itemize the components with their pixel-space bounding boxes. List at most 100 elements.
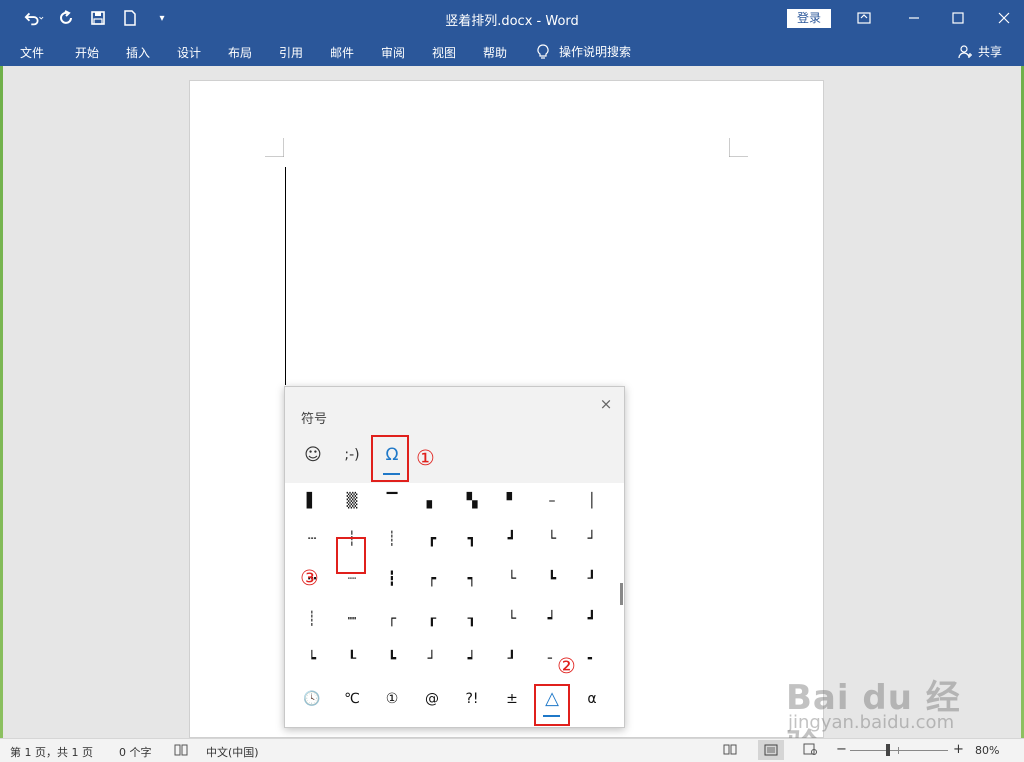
tab-view[interactable]: 视图 [432, 44, 456, 61]
symbol-cell[interactable]: └ [533, 521, 571, 557]
highlight-box-vertical-dash [336, 537, 366, 574]
person-add-icon [958, 44, 972, 58]
symbol-cell[interactable]: ┍ [413, 561, 451, 597]
customize-toolbar-button[interactable]: ▾ [152, 8, 172, 28]
symbol-cell[interactable]: ┑ [453, 561, 491, 597]
alpha-symbol[interactable]: α [573, 683, 611, 715]
zoom-in-button[interactable]: + [953, 742, 964, 757]
symbol-panel-header: 符号 × ☺ ;-) Ω [285, 387, 624, 483]
close-window-button[interactable] [992, 6, 1016, 30]
tab-references[interactable]: 引用 [279, 44, 303, 61]
smiley-icon: ☺ [304, 445, 322, 465]
symbol-cell[interactable]: ┌ [373, 601, 411, 637]
highlight-box-symbols-tab [371, 435, 409, 482]
zoom-slider-thumb[interactable] [886, 744, 890, 756]
tell-me-search[interactable]: 操作说明搜索 [537, 43, 631, 60]
symbol-grid-scrollbar[interactable] [620, 583, 623, 605]
symbol-cell[interactable]: │ [573, 483, 611, 519]
symbol-cell[interactable]: └ [493, 561, 531, 597]
symbol-cell[interactable]: – [533, 483, 571, 519]
minimize-button[interactable] [902, 6, 926, 30]
symbol-cell[interactable]: ┖ [333, 641, 371, 677]
symbol-cell[interactable]: ▖ [413, 483, 451, 519]
save-button[interactable] [88, 8, 108, 28]
undo-button[interactable] [24, 8, 44, 28]
symbol-cell[interactable]: ┄ [293, 521, 331, 557]
symbol-cell[interactable]: ┎ [413, 601, 451, 637]
read-mode-button[interactable] [723, 743, 737, 758]
close-icon[interactable]: × [598, 396, 614, 412]
page-count[interactable]: 第 1 页，共 1 页 [10, 744, 93, 760]
zoom-out-button[interactable]: − [836, 742, 847, 757]
title-bar: ▾ 竖着排列.docx - Word 登录 [0, 0, 1024, 36]
highlight-box-triangle [534, 684, 570, 726]
symbol-cell[interactable]: ┛ [573, 601, 611, 637]
symbol-panel-title: 符号 [301, 412, 328, 427]
symbol-cell[interactable]: ┗ [373, 641, 411, 677]
circled-one-symbol[interactable]: ① [373, 683, 411, 715]
tab-help[interactable]: 帮助 [483, 44, 507, 61]
symbol-cell[interactable]: ▔ [373, 483, 411, 519]
text-cursor [285, 167, 286, 385]
tab-layout[interactable]: 布局 [228, 44, 252, 61]
print-layout-icon [764, 744, 778, 756]
plus-minus-symbol[interactable]: ± [493, 683, 531, 715]
proofing-icon[interactable] [174, 744, 188, 759]
word-count[interactable]: 0 个字 [119, 744, 152, 760]
symbol-cell[interactable]: ▚ [453, 483, 491, 519]
tab-mailings[interactable]: 邮件 [330, 44, 354, 61]
symbol-cell[interactable]: ▌ [293, 483, 331, 519]
symbol-cell[interactable]: └ [493, 601, 531, 637]
tab-emoticons[interactable]: ;-) [336, 441, 368, 471]
save-icon [91, 11, 105, 25]
zoom-slider-track[interactable] [850, 750, 948, 751]
annotation-marker-1: ① [416, 446, 435, 470]
symbol-cell[interactable]: ┘ [573, 521, 611, 557]
tab-design[interactable]: 设计 [177, 44, 201, 61]
login-button[interactable]: 登录 [787, 9, 831, 28]
symbol-cell[interactable]: ┙ [533, 601, 571, 637]
symbol-cell[interactable]: ┗ [533, 561, 571, 597]
symbol-cell[interactable]: ┘ [413, 641, 451, 677]
zoom-level[interactable]: 80% [975, 744, 999, 757]
tab-emoji[interactable]: ☺ [297, 441, 329, 471]
celsius-symbol[interactable]: ℃ [333, 683, 371, 715]
web-layout-button[interactable] [803, 743, 817, 758]
clock-icon[interactable]: 🕓 [293, 683, 331, 715]
tab-file[interactable]: 文件 [20, 44, 44, 61]
symbol-cell[interactable]: ╸ [573, 641, 611, 677]
new-document-button[interactable] [120, 8, 140, 28]
share-button[interactable]: 共享 [958, 43, 1002, 60]
symbol-cell[interactable]: ┚ [493, 641, 531, 677]
at-symbol[interactable]: @ [413, 683, 451, 715]
symbol-cell[interactable]: ▘ [493, 483, 531, 519]
tab-review[interactable]: 审阅 [381, 44, 405, 61]
symbol-cell[interactable]: ┛ [493, 521, 531, 557]
redo-button[interactable] [56, 8, 76, 28]
language-indicator[interactable]: 中文(中国) [206, 744, 259, 760]
symbol-cell[interactable]: ┒ [453, 601, 491, 637]
symbol-cell[interactable]: ┓ [453, 521, 491, 557]
symbol-cell[interactable]: ┊ [373, 521, 411, 557]
print-layout-button[interactable] [758, 740, 784, 760]
crop-mark-top-left [265, 138, 284, 157]
symbol-cell[interactable]: ┚ [573, 561, 611, 597]
read-mode-icon [723, 744, 737, 755]
interrobang-symbol[interactable]: ?! [453, 683, 491, 715]
tell-me-label: 操作说明搜索 [559, 45, 632, 59]
chevron-down-icon: ▾ [159, 12, 165, 24]
maximize-button[interactable] [946, 6, 970, 30]
symbol-cell[interactable]: ┉ [333, 601, 371, 637]
symbol-grid-overflow-row [285, 483, 624, 487]
tab-home[interactable]: 开始 [75, 44, 99, 61]
symbol-cell[interactable]: ▒ [333, 483, 371, 519]
web-layout-icon [803, 743, 817, 755]
symbol-cell[interactable]: ┇ [373, 561, 411, 597]
tab-insert[interactable]: 插入 [126, 44, 150, 61]
symbol-cell[interactable]: ┊ [293, 601, 331, 637]
status-bar: 第 1 页，共 1 页 0 个字 中文(中国) − + 80% [0, 738, 1024, 762]
symbol-cell[interactable]: ┙ [453, 641, 491, 677]
symbol-cell[interactable]: ┏ [413, 521, 451, 557]
symbol-cell[interactable]: ┕ [293, 641, 331, 677]
ribbon-display-options-button[interactable] [852, 6, 876, 30]
